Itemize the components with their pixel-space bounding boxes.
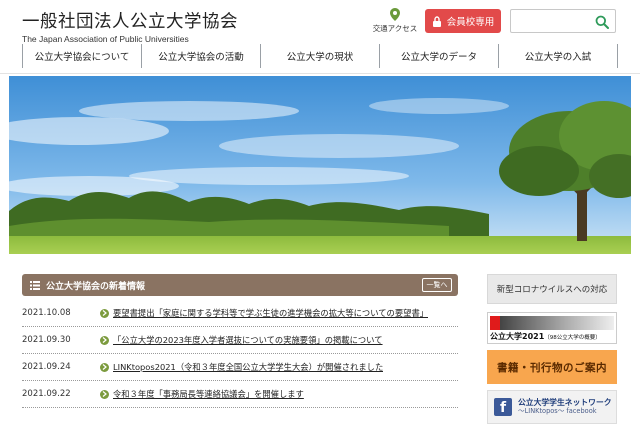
news-item: 2021.09.30 「公立大学の2023年度入学者選抜についての実施要領」の掲… — [22, 327, 458, 354]
members-only-button[interactable]: 会員校専用 — [425, 9, 501, 33]
news-header: 公立大学協会の新着情報 一覧へ — [22, 274, 458, 296]
site-subtitle: The Japan Association of Public Universi… — [22, 34, 189, 44]
site-title: 一般社団法人公立大学協会 — [22, 12, 238, 32]
banner-2021-label: 公立大学2021（98公立大学の概要） — [490, 331, 601, 342]
public-univ-2021-banner[interactable]: 公立大学2021（98公立大学の概要） — [487, 312, 617, 344]
news-item: 2021.10.08 要望書提出「家庭に関する学科等で学ぶ生徒の進学機会の拡大等… — [22, 300, 458, 327]
access-link[interactable]: 交通アクセス — [368, 8, 422, 34]
lock-icon — [432, 15, 441, 27]
hero-image — [9, 76, 631, 254]
news-title: 公立大学協会の新着情報 — [46, 281, 146, 292]
news-date: 2021.10.08 — [22, 308, 71, 318]
publications-banner[interactable]: 書籍・刊行物のご案内 — [487, 350, 617, 384]
news-date: 2021.09.22 — [22, 389, 71, 399]
banner-gradient-bar — [490, 316, 614, 330]
arrow-right-icon — [100, 362, 109, 372]
nav-item-status[interactable]: 公立大学の現状 — [260, 44, 379, 68]
corona-banner[interactable]: 新型コロナウイルスへの対応 — [487, 274, 617, 304]
search-icon[interactable] — [595, 15, 609, 29]
arrow-right-icon — [100, 389, 109, 399]
main-nav: 公立大学協会について 公立大学協会の活動 公立大学の現状 公立大学のデータ 公立… — [22, 44, 618, 68]
facebook-banner[interactable]: f 公立大学学生ネットワーク 〜LINKtopos〜 facebook — [487, 390, 617, 424]
nav-divider — [0, 73, 640, 74]
map-pin-icon — [390, 8, 400, 21]
search-input[interactable] — [515, 13, 593, 29]
news-link[interactable]: 「公立大学の2023年度入学者選抜についての実施要領」の掲載について — [113, 334, 383, 346]
nav-item-activities[interactable]: 公立大学協会の活動 — [141, 44, 260, 68]
news-item: 2021.09.24 LINKtopos2021（令和３年度全国公立大学学生大会… — [22, 354, 458, 381]
arrow-right-icon — [100, 308, 109, 318]
nav-item-admissions[interactable]: 公立大学の入試 — [498, 44, 618, 68]
banner-2021-main: 公立大学2021 — [490, 332, 545, 341]
members-button-label: 会員校専用 — [446, 17, 495, 28]
news-date: 2021.09.30 — [22, 335, 71, 345]
list-icon — [30, 280, 40, 290]
nav-item-data[interactable]: 公立大学のデータ — [379, 44, 498, 68]
banner-2021-sub: （98公立大学の概要） — [544, 335, 601, 341]
search-box[interactable] — [510, 9, 616, 33]
facebook-icon: f — [494, 398, 512, 416]
facebook-banner-text: 公立大学学生ネットワーク 〜LINKtopos〜 facebook — [518, 398, 612, 415]
news-date: 2021.09.24 — [22, 362, 71, 372]
arrow-right-icon — [100, 335, 109, 345]
facebook-line2: 〜LINKtopos〜 facebook — [518, 406, 597, 415]
hero-landscape — [9, 76, 631, 254]
news-list: 2021.10.08 要望書提出「家庭に関する学科等で学ぶ生徒の進学機会の拡大等… — [22, 300, 458, 408]
news-item: 2021.09.22 令和３年度「事務局長等連絡協議会」を開催します — [22, 381, 458, 408]
access-label: 交通アクセス — [372, 24, 418, 33]
news-link[interactable]: 要望書提出「家庭に関する学科等で学ぶ生徒の進学機会の拡大等についての要望書」 — [113, 307, 428, 319]
news-more-button[interactable]: 一覧へ — [422, 278, 452, 292]
news-link[interactable]: 令和３年度「事務局長等連絡協議会」を開催します — [113, 388, 304, 400]
news-link[interactable]: LINKtopos2021（令和３年度全国公立大学学生大会）が開催されました — [113, 361, 383, 373]
site-logo[interactable]: 一般社団法人公立大学協会 The Japan Association of Pu… — [22, 8, 238, 44]
nav-item-about[interactable]: 公立大学協会について — [22, 44, 141, 68]
